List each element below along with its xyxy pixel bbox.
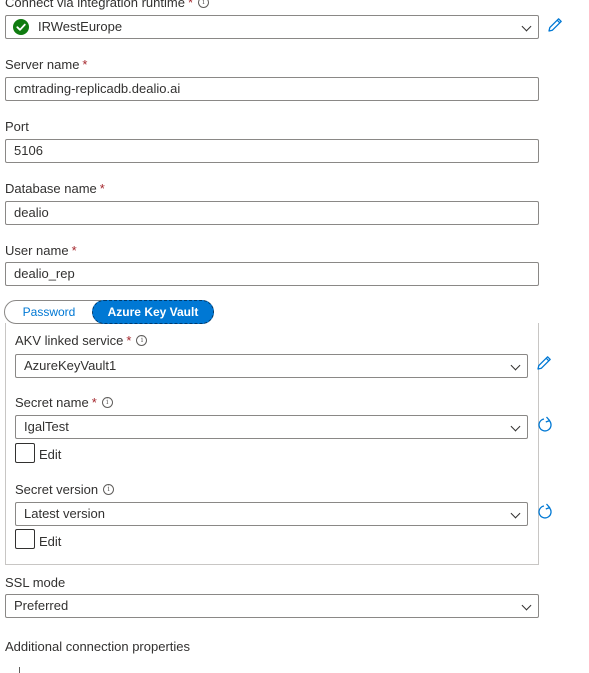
info-icon[interactable]: i [198,0,209,8]
password-option[interactable]: Password [6,301,92,323]
ssl-mode-label: SSL mode [5,575,65,590]
akv-linked-service-select[interactable]: AzureKeyVault1 [15,354,528,378]
check-circle-icon [13,19,29,38]
chevron-down-icon [521,600,532,611]
database-name-value: dealio [14,205,49,220]
info-icon[interactable]: i [103,484,115,495]
refresh-icon[interactable] [536,503,554,524]
secret-name-label-text: Secret name [15,395,89,410]
runtime-label: Connect via integration runtime * i [5,0,209,10]
pencil-icon[interactable] [535,354,553,375]
secret-name-select[interactable]: IgalTest [15,415,528,439]
user-name-value: dealio_rep [14,266,75,281]
server-name-input[interactable]: cmtrading-replicadb.dealio.ai [5,77,539,101]
azure-key-vault-option[interactable]: Azure Key Vault [92,300,214,324]
chevron-down-icon [510,421,521,432]
akv-linked-service-label-text: AKV linked service [15,333,124,348]
info-icon[interactable]: i [101,397,113,408]
user-name-input[interactable]: dealio_rep [5,262,539,286]
runtime-label-text: Connect via integration runtime [5,0,185,10]
akv-linked-service-value: AzureKeyVault1 [24,358,117,373]
chevron-down-icon [521,21,532,32]
required-mark: * [187,0,193,10]
required-mark: * [126,333,132,348]
pencil-icon[interactable] [546,16,564,37]
secret-version-value: Latest version [24,506,105,521]
runtime-value: IRWestEurope [38,19,123,34]
ssl-mode-label-text: SSL mode [5,575,66,590]
chevron-down-icon [510,508,521,519]
database-name-label-text: Database name [5,181,97,196]
required-mark: * [82,57,88,72]
secret-version-label-text: Secret version [15,482,99,497]
database-name-label: Database name * [5,181,105,196]
akv-linked-service-label: AKV linked service * i [15,333,148,348]
server-name-label-text: Server name [5,57,80,72]
auth-type-toggle: Password Azure Key Vault [4,300,214,324]
runtime-select[interactable]: IRWestEurope [5,15,539,39]
secret-version-edit-label: Edit [39,534,62,549]
additional-connection-properties-label: Additional connection properties [5,639,190,654]
required-mark: * [71,243,77,258]
additional-connection-properties-label-text: Additional connection properties [5,639,191,654]
secret-version-label: Secret version i [15,482,115,497]
refresh-icon[interactable] [536,416,554,437]
port-label: Port [5,119,29,134]
secret-name-label: Secret name * i [15,395,113,410]
divider [19,667,20,673]
secret-version-select[interactable]: Latest version [15,502,528,526]
server-name-value: cmtrading-replicadb.dealio.ai [14,81,181,96]
chevron-down-icon [510,360,521,371]
required-mark: * [91,395,97,410]
server-name-label: Server name * [5,57,87,72]
port-input[interactable]: 5106 [5,139,539,163]
secret-version-edit-checkbox[interactable] [15,529,35,549]
secret-name-edit-checkbox[interactable] [15,443,35,463]
info-icon[interactable]: i [136,335,148,346]
required-mark: * [99,181,105,196]
database-name-input[interactable]: dealio [5,201,539,225]
user-name-label-text: User name [5,243,69,258]
user-name-label: User name * [5,243,77,258]
secret-name-edit-label: Edit [39,447,62,462]
ssl-mode-select[interactable]: Preferred [5,594,539,618]
secret-name-value: IgalTest [24,419,69,434]
ssl-mode-value: Preferred [14,598,69,613]
port-value: 5106 [14,143,43,158]
port-label-text: Port [5,119,29,134]
